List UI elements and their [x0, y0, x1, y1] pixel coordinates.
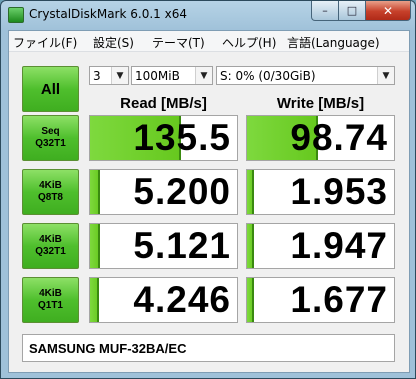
write-value: 1.677: [290, 279, 388, 320]
row-label-line1: 4KiB: [39, 234, 62, 245]
write-value: 1.953: [290, 171, 388, 212]
test-count-value: 3: [93, 68, 101, 83]
4kib-q1t1-read-cell: 4.246: [89, 277, 238, 323]
menu-help[interactable]: ヘルプ(H): [222, 34, 276, 51]
read-value: 5.200: [133, 171, 231, 212]
client-area: ファイル(F) 設定(S) テーマ(T) ヘルプ(H) 言語(Language)…: [8, 30, 410, 373]
drive-value: S: 0% (0/30GiB): [220, 68, 316, 83]
row-label-line2: Q32T1: [35, 138, 66, 149]
seq-q32t1-write-cell: 98.74: [246, 115, 395, 161]
row-label-line2: Q1T1: [37, 300, 63, 311]
4kib-q8t8-write-cell: 1.953: [246, 169, 395, 215]
read-value: 135.5: [133, 117, 231, 158]
menu-settings[interactable]: 設定(S): [93, 34, 134, 51]
4kib-q8t8-button[interactable]: 4KiB Q8T8: [22, 169, 79, 215]
4kib-q32t1-read-cell: 5.121: [89, 223, 238, 269]
4kib-q1t1-button[interactable]: 4KiB Q1T1: [22, 277, 79, 323]
row-label-line1: Seq: [41, 126, 60, 137]
window-title: CrystalDiskMark 6.0.1 x64: [29, 7, 187, 21]
4kib-q1t1-write-cell: 1.677: [246, 277, 395, 323]
app-window: CrystalDiskMark 6.0.1 x64 – □ ✕ ファイル(F) …: [0, 0, 416, 379]
seq-q32t1-button[interactable]: Seq Q32T1: [22, 115, 79, 161]
write-header: Write [MB/s]: [276, 95, 365, 112]
app-icon: [8, 7, 24, 23]
minimize-button[interactable]: –: [311, 1, 339, 21]
write-value: 98.74: [290, 117, 388, 158]
menu-language[interactable]: 言語(Language): [287, 34, 380, 51]
row-label-line2: Q8T8: [37, 192, 63, 203]
read-value: 4.246: [133, 279, 231, 320]
maximize-button[interactable]: □: [338, 1, 366, 21]
4kib-q32t1-button[interactable]: 4KiB Q32T1: [22, 223, 79, 269]
row-label-line1: 4KiB: [39, 288, 62, 299]
close-icon: ✕: [382, 3, 394, 18]
menu-theme[interactable]: テーマ(T): [152, 34, 205, 51]
maximize-icon: □: [346, 4, 358, 17]
chevron-down-icon: ▼: [377, 67, 394, 84]
menu-bar: ファイル(F) 設定(S) テーマ(T) ヘルプ(H) 言語(Language): [9, 31, 409, 52]
test-count-select[interactable]: 3 ▼: [89, 66, 129, 85]
drive-select[interactable]: S: 0% (0/30GiB) ▼: [216, 66, 395, 85]
all-button[interactable]: All: [22, 66, 79, 112]
title-bar[interactable]: CrystalDiskMark 6.0.1 x64 – □ ✕: [1, 1, 415, 29]
chevron-down-icon: ▼: [195, 67, 212, 84]
main-panel: All 3 ▼ 100MiB ▼ S: 0% (0/30GiB) ▼ Read …: [9, 52, 409, 372]
read-header: Read [MB/s]: [120, 95, 207, 112]
row-label-line2: Q32T1: [35, 246, 66, 257]
minimize-icon: –: [322, 4, 328, 17]
seq-q32t1-read-cell: 135.5: [89, 115, 238, 161]
test-size-value: 100MiB: [135, 68, 180, 83]
test-size-select[interactable]: 100MiB ▼: [131, 66, 213, 85]
row-label-line1: 4KiB: [39, 180, 62, 191]
close-button[interactable]: ✕: [365, 1, 411, 21]
comment-field[interactable]: SAMSUNG MUF-32BA/EC: [22, 334, 395, 362]
chevron-down-icon: ▼: [111, 67, 128, 84]
menu-file[interactable]: ファイル(F): [13, 34, 77, 51]
write-value: 1.947: [290, 225, 388, 266]
4kib-q8t8-read-cell: 5.200: [89, 169, 238, 215]
comment-text: SAMSUNG MUF-32BA/EC: [29, 340, 187, 356]
4kib-q32t1-write-cell: 1.947: [246, 223, 395, 269]
read-value: 5.121: [133, 225, 231, 266]
